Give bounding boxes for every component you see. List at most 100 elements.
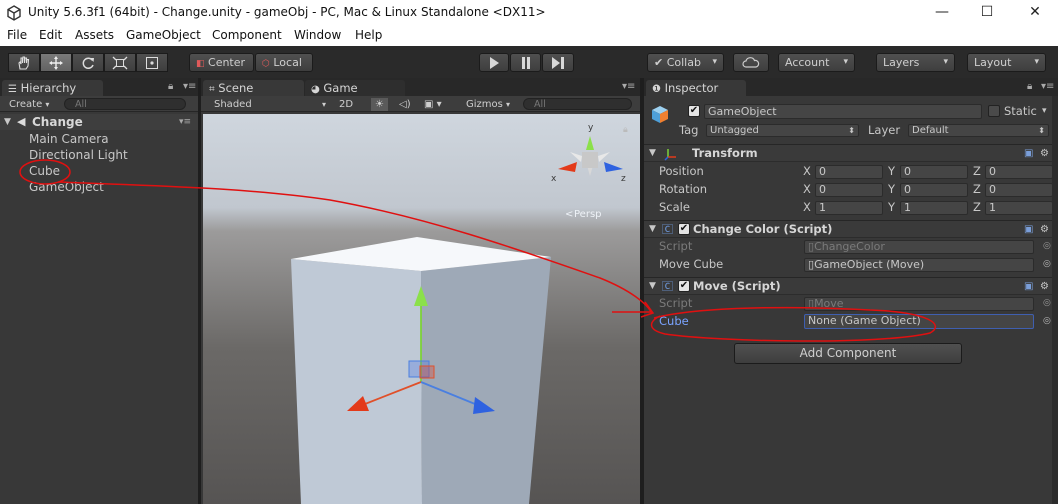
rotation-z-field[interactable]: 0 (985, 183, 1053, 197)
expand-arrow-icon: ▼ (4, 117, 11, 127)
help-book-icon[interactable]: ▣ (1024, 279, 1033, 294)
tag-dropdown[interactable]: Untagged ⬍ (706, 124, 859, 137)
step-button[interactable] (542, 53, 574, 72)
tab-scene[interactable]: ⌗ Scene (203, 80, 304, 96)
move-tool-button[interactable] (40, 53, 72, 72)
menu-file[interactable]: File (7, 28, 27, 42)
scale-tool-button[interactable] (104, 53, 136, 72)
gizmos-label: Gizmos (466, 99, 503, 110)
scene-menu-icon[interactable]: ▾≡ (179, 114, 191, 130)
object-picker-icon[interactable]: ◎ (1043, 296, 1051, 311)
unity-logo-icon (7, 5, 21, 21)
hierarchy-search-placeholder: All (75, 99, 87, 110)
tag-label: Tag (679, 123, 699, 137)
gameobject-cube-icon (652, 106, 668, 123)
help-book-icon[interactable]: ▣ (1024, 146, 1033, 161)
cube-object-field[interactable]: None (Game Object) (804, 314, 1034, 329)
object-picker-icon[interactable]: ◎ (1043, 314, 1051, 329)
y-label: Y (888, 182, 896, 196)
hierarchy-item-directional-light[interactable]: Directional Light (0, 147, 198, 163)
scene-root-row[interactable]: ▼ ◀ Change ▾≡ (0, 114, 198, 130)
scene-viewport[interactable]: y x z 🔒︎ < Persp (203, 114, 640, 504)
menu-help[interactable]: Help (355, 28, 382, 42)
gameobject-name-field[interactable]: GameObject (704, 104, 982, 119)
menu-assets[interactable]: Assets (75, 28, 114, 42)
pause-button[interactable] (510, 53, 541, 72)
component-settings-gear-icon[interactable]: ⚙ (1040, 222, 1049, 237)
lighting-toggle-icon[interactable]: ☀ (371, 98, 388, 111)
menu-gameobject[interactable]: GameObject (126, 28, 201, 42)
position-y-field[interactable]: 0 (900, 165, 968, 179)
script-value: Move (814, 297, 844, 310)
scene-panel-menu-icon[interactable]: ▾≡ (622, 81, 635, 92)
menu-edit[interactable]: Edit (39, 28, 62, 42)
cube-right-face (421, 257, 551, 504)
position-x-field[interactable]: 0 (815, 165, 883, 179)
effects-image-icon[interactable]: ▣ ▾ (424, 98, 442, 111)
layers-dropdown[interactable]: Layers ▾ (876, 53, 955, 72)
tab-inspector[interactable]: ❶ Inspector (646, 80, 746, 96)
hierarchy-search-input[interactable]: All (64, 98, 186, 110)
component-settings-gear-icon[interactable]: ⚙ (1040, 146, 1049, 161)
layers-label: Layers (883, 56, 920, 69)
layer-dropdown[interactable]: Default ⬍ (908, 124, 1049, 137)
panel-menu-icon[interactable]: ▾≡ (183, 81, 196, 92)
layout-dropdown[interactable]: Layout ▾ (967, 53, 1046, 72)
scale-y-field[interactable]: 1 (900, 201, 968, 215)
tab-game[interactable]: ◕ Game (305, 80, 405, 96)
component-settings-gear-icon[interactable]: ⚙ (1040, 279, 1049, 294)
hierarchy-item-cube[interactable]: Cube (0, 163, 198, 179)
inspector-menu-icon[interactable]: ▾≡ (1041, 81, 1054, 92)
minimize-button[interactable]: — (927, 2, 957, 24)
menu-component[interactable]: Component (212, 28, 282, 42)
rotation-y-field[interactable]: 0 (900, 183, 968, 197)
rotate-tool-button[interactable] (72, 53, 104, 72)
inspector-lock-icon[interactable]: 🔒︎ (1027, 81, 1032, 92)
pivot-local-toggle[interactable]: ⬡ Local (255, 53, 313, 72)
tab-hierarchy[interactable]: ☰ Hierarchy (2, 80, 103, 96)
change-color-header[interactable]: ▼ 🄲 ✔ Change Color (Script) ▣ ⚙ (644, 220, 1058, 238)
gizmos-dropdown[interactable]: Gizmos ▾ (466, 98, 510, 111)
move-enabled-checkbox[interactable]: ✔ (678, 280, 690, 292)
collab-dropdown[interactable]: ✔ Collab ▾ (647, 53, 724, 72)
pivot-center-toggle[interactable]: ◧ Center (189, 53, 254, 72)
create-dropdown[interactable]: Create ▾ (9, 98, 49, 111)
menu-window[interactable]: Window (294, 28, 341, 42)
maximize-button[interactable]: ☐ (972, 2, 1002, 24)
shading-mode-dropdown[interactable]: Shaded ▾ (214, 98, 326, 111)
lock-icon[interactable]: 🔒︎ (168, 81, 173, 92)
change-color-enabled-checkbox[interactable]: ✔ (678, 223, 690, 235)
add-component-button[interactable]: Add Component (734, 343, 962, 364)
static-checkbox[interactable] (988, 105, 1000, 117)
move-cube-field[interactable]: ▯GameObject (Move) (804, 258, 1034, 272)
rect-tool-button[interactable] (136, 53, 168, 72)
scene-search-input[interactable]: All (523, 98, 632, 110)
move-script-header[interactable]: ▼ 🄲 ✔ Move (Script) ▣ ⚙ (644, 277, 1058, 295)
position-z-field[interactable]: 0 (985, 165, 1053, 179)
hierarchy-item-gameobject[interactable]: GameObject (0, 179, 198, 195)
cloud-button[interactable] (733, 53, 769, 72)
hierarchy-item-label: Directional Light (29, 148, 128, 162)
transform-header[interactable]: ▼ Transform ▣ ⚙ (644, 144, 1058, 162)
inspector-tabstrip: ❶ Inspector 🔒︎ ▾≡ (644, 78, 1058, 96)
active-checkbox[interactable]: ✔ (688, 105, 700, 117)
rotation-x-field[interactable]: 0 (815, 183, 883, 197)
close-button[interactable]: ✕ (1020, 2, 1050, 24)
2d-toggle[interactable]: 2D (339, 98, 353, 111)
object-picker-icon[interactable]: ◎ (1043, 239, 1051, 254)
scale-label: Scale (659, 200, 690, 214)
account-dropdown[interactable]: Account ▾ (778, 53, 855, 72)
game-tab-label: Game (323, 81, 358, 95)
audio-toggle-icon[interactable]: ◁) (399, 98, 411, 111)
object-picker-icon[interactable]: ◎ (1043, 257, 1051, 272)
hierarchy-item-main-camera[interactable]: Main Camera (0, 131, 198, 147)
inspector-scrollbar[interactable] (1052, 96, 1058, 504)
scale-x-field[interactable]: 1 (815, 201, 883, 215)
x-label: X (803, 182, 811, 196)
static-dropdown-icon[interactable]: ▾ (1042, 104, 1047, 119)
help-book-icon[interactable]: ▣ (1024, 222, 1033, 237)
gizmos-arrow-icon: ▾ (506, 100, 511, 109)
play-button[interactable] (479, 53, 509, 72)
scale-z-field[interactable]: 1 (985, 201, 1053, 215)
hand-tool-button[interactable] (8, 53, 40, 72)
